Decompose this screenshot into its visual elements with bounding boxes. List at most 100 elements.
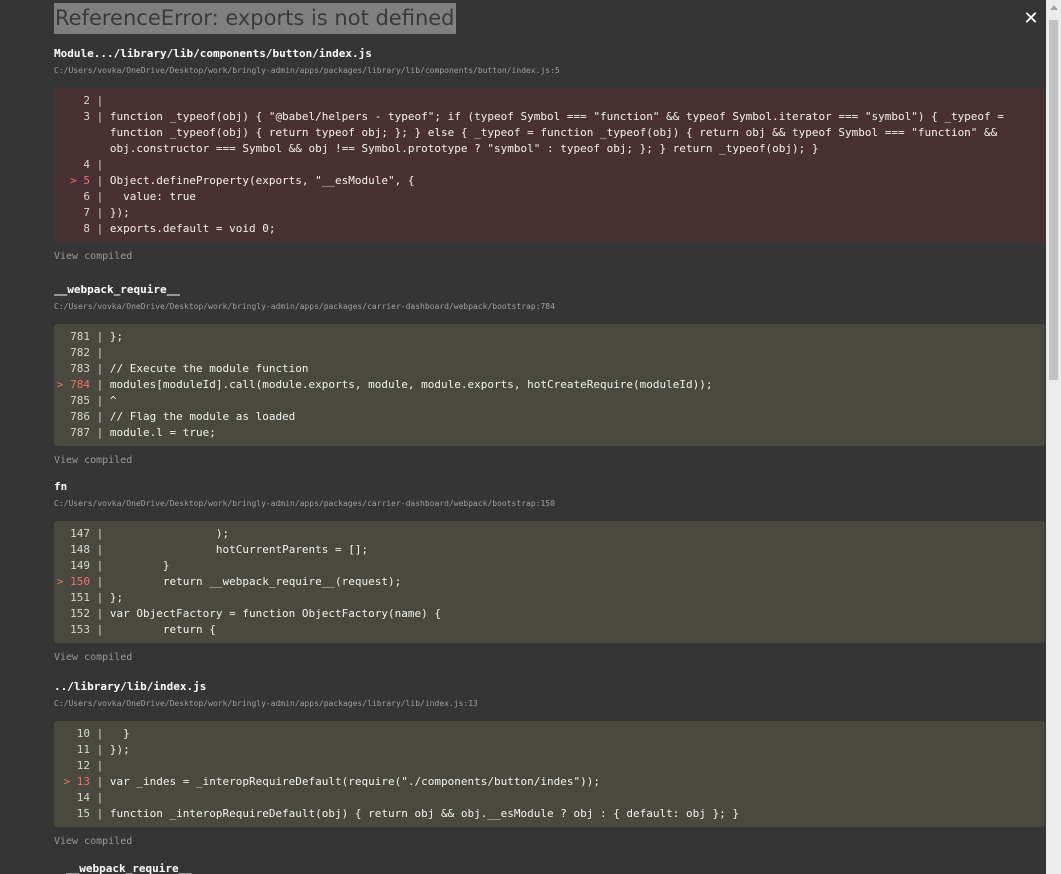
gutter-separator: | [90,362,110,375]
error-title: ReferenceError: exports is not defined [54,3,456,34]
code-text: // Execute the module function [109,362,309,375]
line-number: 148 [70,543,90,556]
code-line: 6 | value: true [54,189,1045,205]
gutter-separator: | [90,346,110,359]
code-text: } [109,727,130,740]
view-compiled-link[interactable]: View compiled [54,454,1045,468]
view-compiled-link[interactable]: View compiled [54,651,1045,665]
code-text: } [109,559,170,572]
view-compiled-link[interactable]: View compiled [54,250,1045,264]
scrollbar-thumb[interactable] [1049,20,1058,380]
line-number: 781 [70,330,90,343]
code-text: ); [109,527,230,540]
line-number: > 13 [63,775,91,788]
code-line: > 5 | Object.defineProperty(exports, "__… [54,173,1045,189]
gutter-separator: | [90,378,110,391]
gutter-separator: | [90,759,110,772]
code-snippet: 10 | } 11 | }); 12 | > 13 | var _indes = _… [54,721,1045,827]
gutter-separator: | [90,110,110,123]
code-line: > 13 | var _indes = _interopRequireDefau… [54,774,1045,790]
scroll-up-arrow-icon[interactable] [1050,5,1058,10]
gutter-separator: | [90,94,110,107]
line-number: 151 [70,591,90,604]
gutter-separator: | [90,607,110,620]
gutter-separator: | [90,394,110,407]
code-line: 8 | exports.default = void 0; [54,221,1045,237]
line-number: 15 [76,807,90,820]
code-line: 10 | } [54,726,1045,742]
stack-frame-name: __webpack_require__ [66,862,192,874]
code-line: 783 | // Execute the module function [54,361,1045,377]
code-text: var ObjectFactory = function ObjectFacto… [109,607,442,620]
view-compiled-link[interactable]: View compiled [54,835,1045,849]
stack-frame-name: fn [54,480,68,493]
close-icon[interactable]: ✕ [1021,8,1041,30]
code-line: 152 | var ObjectFactory = function Objec… [54,606,1045,622]
gutter-separator: | [90,410,110,423]
gutter-separator: | [90,330,110,343]
line-number: 153 [70,623,90,636]
code-snippet: 781 | }; 782 | 783 | // Execute the modul… [54,324,1045,446]
line-number: 782 [70,346,90,359]
code-text: Object.defineProperty(exports, "__esModu… [109,174,415,187]
gutter-separator: | [90,575,110,588]
gutter-separator: | [90,807,110,820]
gutter-separator: | [90,222,110,235]
line-number: 3 [83,110,90,123]
line-number: 4 [83,158,90,171]
scrollbar[interactable] [1046,0,1061,874]
code-line: 2 | [54,93,1045,109]
code-text: modules[moduleId].call(module.exports, m… [109,378,713,391]
code-text: function _interopRequireDefault(obj) { r… [109,807,740,820]
code-line: 781 | }; [54,329,1045,345]
code-text: return { [109,623,216,636]
line-number: > 5 [70,174,90,187]
gutter-separator: | [90,158,110,171]
stack-frame-name: ../library/lib/index.js [54,680,207,693]
code-text: module.l = true; [109,426,216,439]
code-line: 15 | function _interopRequireDefault(obj… [54,806,1045,822]
gutter-separator: | [90,591,110,604]
code-line: 147 | ); [54,526,1045,542]
line-number: 785 [70,394,90,407]
stack-frame-path: C:/Users/vovka/OneDrive/Desktop/work/bri… [54,699,478,708]
gutter-separator: | [90,791,110,804]
code-text: function _typeof(obj) { "@babel/helpers … [109,110,1011,155]
line-number: 12 [76,759,90,772]
code-line: 7 | }); [54,205,1045,221]
gutter-separator: | [90,743,110,756]
code-text: ^ [109,394,117,407]
code-text: }; [109,330,124,343]
stack-frame-name: __webpack_require__ [54,283,180,296]
code-text: }); [109,743,130,756]
code-line: 785 | ^ [54,393,1045,409]
code-line: 12 | [54,758,1045,774]
stack-frame: ../library/lib/index.js C:/Users/vovka/On… [54,680,1045,849]
gutter-separator: | [90,727,110,740]
code-line: 148 | hotCurrentParents = []; [54,542,1045,558]
code-line: 149 | } [54,558,1045,574]
gutter-separator: | [90,775,110,788]
line-number: 14 [76,791,90,804]
line-number: 147 [70,527,90,540]
stack-frame-path: C:/Users/vovka/OneDrive/Desktop/work/bri… [54,499,555,508]
line-number: 7 [83,206,90,219]
code-line: > 784 | modules[moduleId].call(module.ex… [54,377,1045,393]
code-text: }; [109,591,124,604]
line-number: 10 [76,727,90,740]
gutter-separator: | [90,543,110,556]
code-text: return __webpack_require__(request); [109,575,402,588]
line-number: 11 [76,743,90,756]
code-text: var _indes = _interopRequireDefault(requ… [109,775,600,788]
code-snippet: 2 | 3 | function _typeof(obj) { "@babel/… [54,88,1045,242]
code-text: hotCurrentParents = []; [109,543,369,556]
gutter-separator: | [90,174,110,187]
line-number: 2 [83,94,90,107]
error-overlay: ReferenceError: exports is not defined ✕… [0,0,1046,874]
stack-frame: __webpack_require__ C:/Users/vovka/OneDri… [54,283,1045,468]
code-line: 782 | [54,345,1045,361]
code-text: exports.default = void 0; [109,222,276,235]
